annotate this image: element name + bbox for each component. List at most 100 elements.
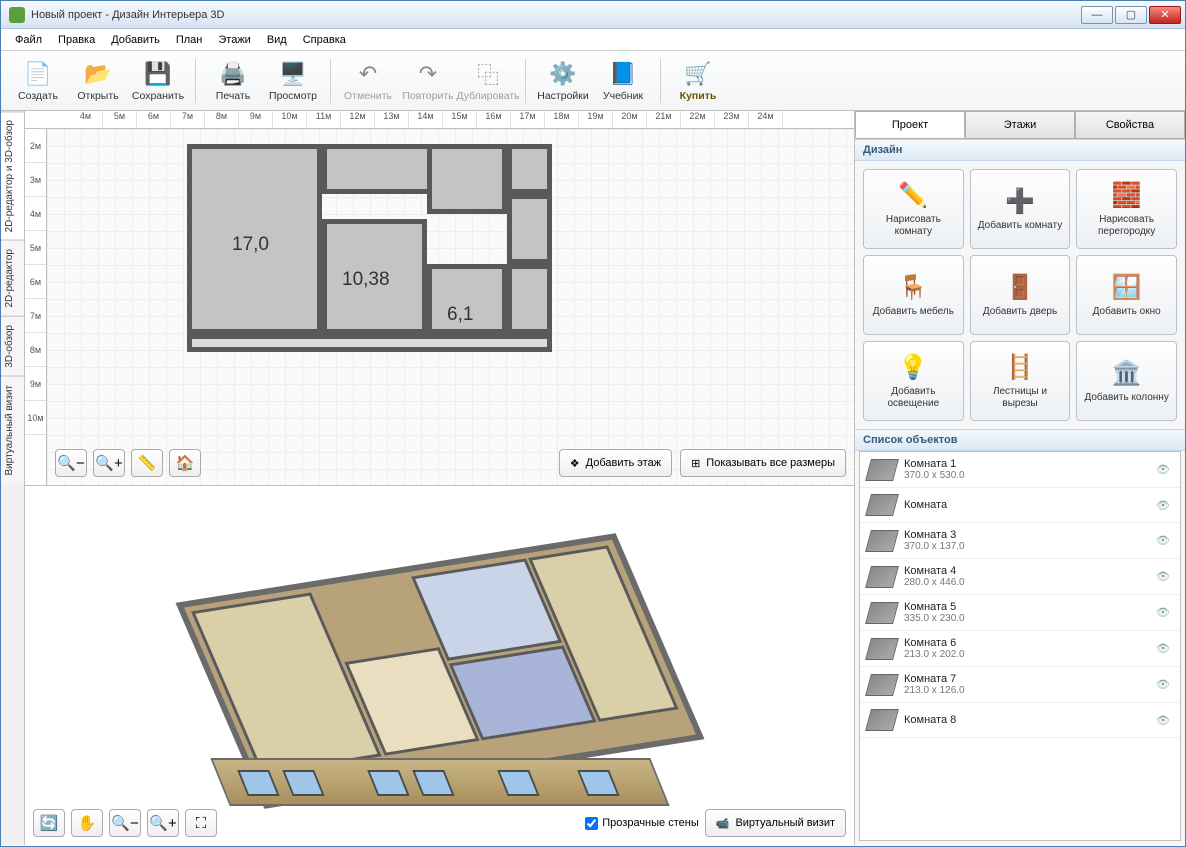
menu-view[interactable]: Вид xyxy=(259,32,295,48)
menu-floors[interactable]: Этажи xyxy=(210,32,258,48)
virtual-visit-button[interactable]: 📹Виртуальный визит xyxy=(705,809,846,837)
object-dimensions: 213.0 x 202.0 xyxy=(904,649,1148,660)
iso-house[interactable] xyxy=(200,531,680,801)
menu-help[interactable]: Справка xyxy=(295,32,354,48)
tool-create[interactable]: 📄Создать xyxy=(9,55,67,107)
menubar: Файл Правка Добавить План Этажи Вид Спра… xyxy=(1,29,1185,51)
separator xyxy=(195,59,196,103)
tool-tutorial[interactable]: 📘Учебник xyxy=(594,55,652,107)
room-shape[interactable] xyxy=(507,194,552,264)
list-item[interactable]: Комната 👁 xyxy=(860,488,1180,523)
tool-preview[interactable]: 🖥️Просмотр xyxy=(264,55,322,107)
add-floor-button[interactable]: ❖Добавить этаж xyxy=(559,449,672,477)
room-3d-icon xyxy=(865,602,899,624)
menu-plan[interactable]: План xyxy=(168,32,211,48)
room-3d-icon xyxy=(865,530,899,552)
list-item[interactable]: Комната 4280.0 x 446.0 👁 xyxy=(860,559,1180,595)
maximize-button[interactable]: ▢ xyxy=(1115,6,1147,24)
zoom-out-button[interactable]: 🔍− xyxy=(55,449,87,477)
monitor-icon: 🖥️ xyxy=(279,60,307,88)
visibility-eye-icon[interactable]: 👁 xyxy=(1156,534,1172,547)
visibility-eye-icon[interactable]: 👁 xyxy=(1156,678,1172,691)
room-shape[interactable] xyxy=(507,264,552,334)
room-shape[interactable] xyxy=(427,144,507,214)
btn-draw-wall[interactable]: 🧱Нарисовать перегородку xyxy=(1076,169,1177,249)
btn-add-window[interactable]: 🪟Добавить окно xyxy=(1076,255,1177,335)
room-3d-icon xyxy=(865,638,899,660)
list-item[interactable]: Комната 3370.0 x 137.0👁 xyxy=(860,523,1180,559)
object-name: Комната 5 xyxy=(904,601,1148,613)
show-dims-button[interactable]: ⊞Показывать все размеры xyxy=(680,449,846,477)
tool-settings[interactable]: ⚙️Настройки xyxy=(534,55,592,107)
list-item[interactable]: Комната 1370.0 x 530.0👁 xyxy=(860,452,1180,488)
menu-edit[interactable]: Правка xyxy=(50,32,103,48)
separator xyxy=(660,59,661,103)
zoom-in-3d-button[interactable]: 🔍+ xyxy=(147,809,179,837)
right-panel: Проект Этажи Свойства Дизайн ✏️Нарисоват… xyxy=(855,111,1185,845)
tab-floors[interactable]: Этажи xyxy=(965,111,1075,138)
list-item[interactable]: Комната 8 👁 xyxy=(860,703,1180,738)
object-name: Комната 1 xyxy=(904,458,1148,470)
btn-add-room[interactable]: ➕Добавить комнату xyxy=(970,169,1071,249)
layers-icon: ❖ xyxy=(570,457,580,470)
tool-print[interactable]: 🖨️Печать xyxy=(204,55,262,107)
zoom-in-button[interactable]: 🔍+ xyxy=(93,449,125,477)
app-window: Новый проект - Дизайн Интерьера 3D — ▢ ✕… xyxy=(0,0,1186,847)
visibility-eye-icon[interactable]: 👁 xyxy=(1156,606,1172,619)
transparent-walls-checkbox[interactable]: Прозрачные стены xyxy=(585,817,698,830)
tab-properties[interactable]: Свойства xyxy=(1075,111,1185,138)
zoom-out-3d-button[interactable]: 🔍− xyxy=(109,809,141,837)
gear-icon: ⚙️ xyxy=(549,60,577,88)
measure-button[interactable]: 📏 xyxy=(131,449,163,477)
list-item[interactable]: Комната 6213.0 x 202.0👁 xyxy=(860,631,1180,667)
menu-file[interactable]: Файл xyxy=(7,32,50,48)
object-name: Комната 4 xyxy=(904,565,1148,577)
redo-icon: ↷ xyxy=(414,60,442,88)
visibility-eye-icon[interactable]: 👁 xyxy=(1156,714,1172,727)
object-dimensions: 280.0 x 446.0 xyxy=(904,577,1148,588)
btn-add-furniture[interactable]: 🪑Добавить мебель xyxy=(863,255,964,335)
tab-project[interactable]: Проект xyxy=(855,111,965,138)
minimize-button[interactable]: — xyxy=(1081,6,1113,24)
btn-add-light[interactable]: 💡Добавить освещение xyxy=(863,341,964,421)
camera-icon: 📹 xyxy=(716,817,730,830)
vtab-2d[interactable]: 2D-редактор xyxy=(1,240,24,316)
btn-draw-room[interactable]: ✏️Нарисовать комнату xyxy=(863,169,964,249)
room-area-label: 6,1 xyxy=(447,304,473,326)
ruler-horizontal: 4м5м6м7м8м9м10м11м12м13м14м15м16м17м18м1… xyxy=(25,111,854,129)
list-item[interactable]: Комната 7213.0 x 126.0👁 xyxy=(860,667,1180,703)
object-list[interactable]: Комната 1370.0 x 530.0👁Комната 👁Комната 3… xyxy=(859,451,1181,841)
btn-add-door[interactable]: 🚪Добавить дверь xyxy=(970,255,1071,335)
stairs-icon: 🪜 xyxy=(1005,353,1035,382)
object-dimensions: 370.0 x 137.0 xyxy=(904,541,1148,552)
room-3d-icon xyxy=(865,494,899,516)
room-shape[interactable] xyxy=(187,334,552,352)
visibility-eye-icon[interactable]: 👁 xyxy=(1156,499,1172,512)
vtab-combined[interactable]: 2D-редактор и 3D-обзор xyxy=(1,111,24,240)
view-3d[interactable]: 🔄 ✋ 🔍− 🔍+ ⛶ Прозрачные стены 📹Виртуальны… xyxy=(25,485,854,845)
orbit-button[interactable]: 🔄 xyxy=(33,809,65,837)
pan-button[interactable]: ✋ xyxy=(71,809,103,837)
tool-open[interactable]: 📂Открыть xyxy=(69,55,127,107)
room-shape[interactable] xyxy=(507,144,552,194)
visibility-eye-icon[interactable]: 👁 xyxy=(1156,570,1172,583)
menu-add[interactable]: Добавить xyxy=(103,32,168,48)
object-name: Комната xyxy=(904,499,1148,511)
home-button[interactable]: 🏠 xyxy=(169,449,201,477)
tool-buy[interactable]: 🛒Купить xyxy=(669,55,727,107)
vtab-virtual[interactable]: Виртуальный визит xyxy=(1,376,24,484)
btn-stairs[interactable]: 🪜Лестницы и вырезы xyxy=(970,341,1071,421)
tool-save[interactable]: 💾Сохранить xyxy=(129,55,187,107)
object-name: Комната 8 xyxy=(904,714,1148,726)
visibility-eye-icon[interactable]: 👁 xyxy=(1156,463,1172,476)
canvas-2d[interactable]: 17,0 10,38 6,1 🔍− 🔍+ xyxy=(47,129,854,485)
section-design-header: Дизайн xyxy=(855,139,1185,161)
list-item[interactable]: Комната 5335.0 x 230.0👁 xyxy=(860,595,1180,631)
vtab-3d[interactable]: 3D-обзор xyxy=(1,316,24,376)
window-title: Новый проект - Дизайн Интерьера 3D xyxy=(31,9,224,21)
section-objects-header: Список объектов xyxy=(855,429,1185,451)
close-button[interactable]: ✕ xyxy=(1149,6,1181,24)
fit-button[interactable]: ⛶ xyxy=(185,809,217,837)
visibility-eye-icon[interactable]: 👁 xyxy=(1156,642,1172,655)
btn-add-column[interactable]: 🏛️Добавить колонну xyxy=(1076,341,1177,421)
